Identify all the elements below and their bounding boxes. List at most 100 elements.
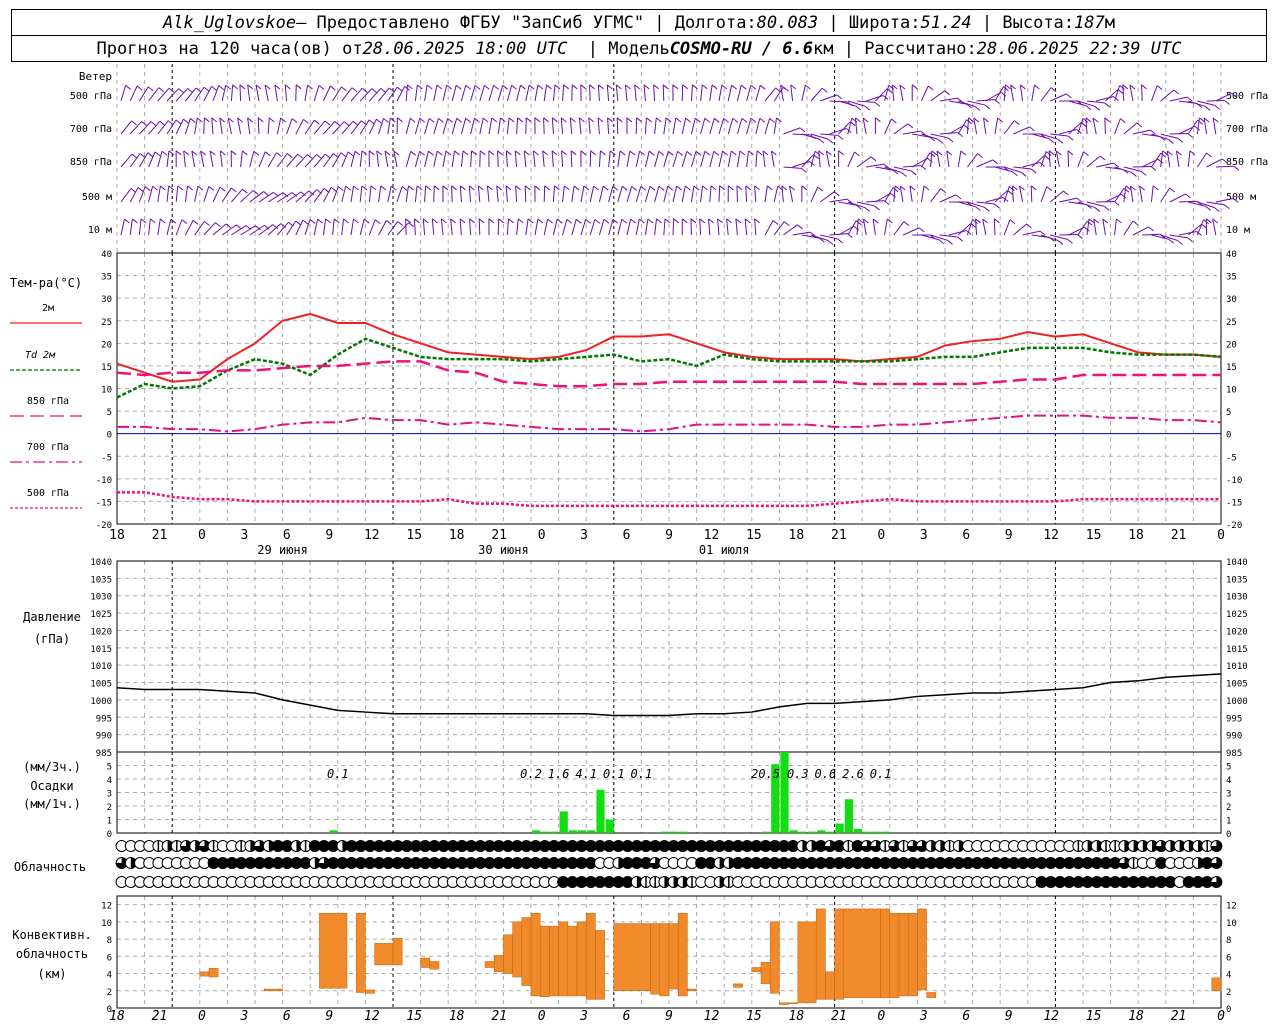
wind-barb-flag: [1044, 155, 1050, 160]
wind-barb-flag: [612, 185, 619, 191]
time-tick: 9: [665, 528, 673, 543]
convective-bar: [512, 921, 523, 978]
wind-barb-flag: [740, 84, 747, 90]
convective-bar: [493, 955, 504, 973]
wind-barb: [663, 151, 669, 168]
wind-barb: [854, 117, 858, 135]
wind-barb-flag: [1168, 139, 1174, 144]
time-tick-bottom: 21: [831, 1009, 847, 1024]
temperature-tick-left: 5: [107, 408, 112, 418]
wind-barb-flag: [1187, 237, 1193, 243]
wind-barb-flag: [136, 85, 143, 91]
wind-barb-flag: [994, 218, 1000, 224]
wind-barb-flag: [361, 185, 368, 191]
wind-barb: [1114, 118, 1121, 135]
wind-barb: [1068, 100, 1086, 107]
pressure-tick-right: 990: [1226, 732, 1242, 742]
temperature-tick-left: 10: [101, 386, 112, 396]
wind-barb: [790, 84, 794, 102]
wind-barb: [496, 185, 499, 203]
precip-bar: [780, 752, 789, 833]
wind-barb: [856, 100, 875, 103]
convective-tick-right: 6: [1226, 953, 1231, 963]
wind-barb: [479, 117, 484, 135]
time-tick-bottom: 0: [538, 1009, 546, 1024]
pressure-tick-left: 1020: [90, 627, 112, 637]
pressure-tick-right: 1030: [1226, 593, 1248, 603]
wind-barb: [552, 185, 555, 203]
precip-bar: [329, 830, 338, 833]
wind-barb: [746, 118, 752, 135]
time-tick-bottom: 3: [239, 1009, 248, 1024]
wind-barb-flag: [1076, 197, 1083, 203]
convective-bar: [769, 921, 780, 994]
wind-barb-flag: [607, 117, 613, 123]
wind-barb: [551, 150, 554, 168]
wind-barb: [624, 84, 628, 102]
wind-barb-flag: [731, 84, 737, 90]
wind-barb: [431, 218, 435, 236]
wind-barb: [561, 150, 564, 168]
wind-barb-flag: [425, 185, 431, 191]
wind-barb-flag: [966, 119, 972, 125]
time-tick: 0: [1217, 528, 1225, 543]
wind-barb: [801, 85, 806, 102]
wind-barb-flag: [520, 84, 526, 90]
time-tick: 12: [1043, 528, 1059, 543]
wind-barb-flag: [168, 150, 175, 156]
wind-barb: [920, 85, 929, 102]
wind-barb-flag: [263, 191, 269, 196]
wind-barb: [459, 218, 462, 236]
wind-barb-flag: [1067, 238, 1073, 244]
time-tick: 12: [364, 528, 380, 543]
wind-barb: [1166, 150, 1171, 168]
wind-barb: [690, 151, 697, 168]
wind-barb: [304, 154, 317, 168]
wind-barb: [460, 150, 464, 168]
wind-barb-flag: [960, 150, 967, 156]
wind-barb: [1169, 96, 1188, 102]
convective-bar: [503, 934, 513, 974]
time-tick-bottom: 9: [1005, 1009, 1013, 1024]
wind-barb-flag: [783, 221, 790, 226]
wind-barb: [569, 117, 573, 135]
wind-barb-flag: [543, 117, 549, 123]
wind-barb-flag: [702, 185, 708, 191]
precip-label: 1.6: [548, 767, 570, 781]
wind-barb-flag: [353, 185, 359, 191]
day-label: 29 июня: [257, 543, 308, 557]
wind-barb-flag: [225, 84, 231, 90]
wind-barb: [1122, 84, 1125, 102]
wind-barb-flag: [1034, 84, 1040, 90]
wind-barb: [378, 87, 390, 102]
wind-barb: [626, 186, 633, 203]
wind-barb-flag: [324, 120, 331, 126]
wind-barb: [1203, 117, 1208, 135]
wind-barb: [424, 118, 430, 135]
wind-barb: [378, 185, 382, 203]
wind-barb: [939, 234, 958, 238]
wind-barb-flag: [361, 87, 368, 93]
wind-barb-flag: [426, 84, 433, 90]
wind-barb-flag: [891, 118, 897, 124]
temperature-tick-left: 25: [101, 318, 112, 328]
wind-barb: [313, 153, 326, 168]
wind-barb-flag: [338, 186, 344, 192]
wind-barb: [414, 84, 418, 102]
wind-barb: [700, 185, 704, 203]
wind-barb-flag: [745, 185, 752, 191]
wind-level-label-right: 500 м: [1226, 192, 1256, 203]
wind-barb-flag: [316, 154, 322, 159]
wind-barb: [129, 153, 141, 168]
wind-barb: [139, 121, 152, 135]
wind-barb-flag: [537, 84, 544, 90]
wind-level-label-left: 700 гПа: [70, 124, 112, 135]
convective-tick-right: 2: [1226, 988, 1231, 998]
wind-barb: [1040, 151, 1047, 168]
wind-barb: [120, 188, 132, 203]
wind-barb: [523, 150, 527, 168]
wind-barb: [617, 150, 621, 168]
wind-barb: [709, 84, 713, 102]
wind-barb-flag: [903, 221, 910, 227]
wind-barb: [764, 185, 768, 203]
